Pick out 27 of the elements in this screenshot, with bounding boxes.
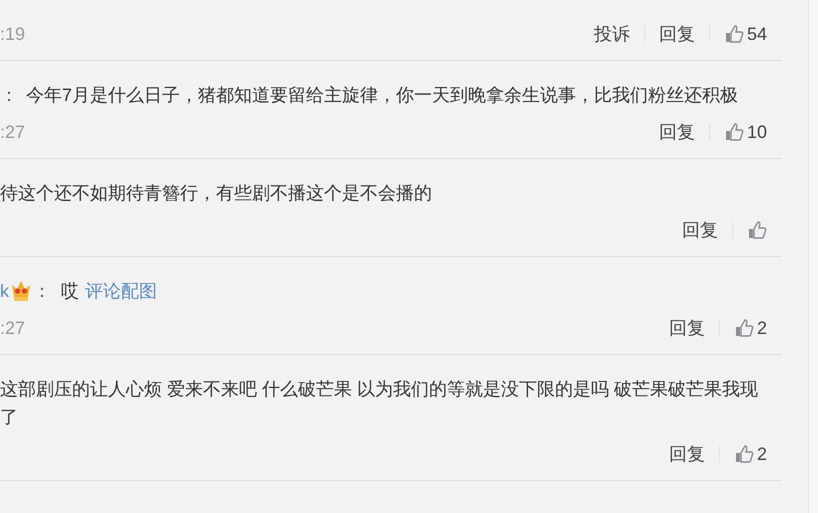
like-button[interactable]: 10 (724, 118, 767, 146)
comment-time: :27 (0, 120, 26, 144)
report-button[interactable]: 投诉 (594, 20, 630, 48)
reply-button[interactable]: 回复 (658, 118, 695, 146)
thumbs-up-icon (724, 24, 744, 44)
reply-button[interactable]: 回复 (668, 440, 705, 468)
comment-text: 这部剧压的让人心烦 爱来不来吧 什么破芒果 以为我们的等就是没下限的是吗 破芒果破芒果我现 (0, 378, 758, 401)
thumbs-up-icon (734, 444, 754, 464)
comment-time: :27 (0, 316, 26, 340)
comment-text: 了 (0, 406, 18, 429)
crown-icon (10, 279, 32, 303)
thumbs-up-icon (724, 122, 744, 142)
comment-text: 今年7月是什么日子，猪都知道要留给主旋律，你一天到晚拿余生说事，比我们粉丝还积极 (26, 84, 738, 107)
reply-button[interactable]: 回复 (682, 216, 718, 244)
reply-button[interactable]: 回复 (658, 20, 695, 48)
comment-text: 哎 (61, 280, 79, 303)
thumbs-up-icon (747, 220, 767, 240)
like-button[interactable]: 2 (734, 440, 767, 468)
thumbs-up-icon (734, 318, 754, 338)
comment-time: :19 (0, 22, 26, 46)
colon: ： (0, 84, 18, 107)
like-button[interactable] (747, 220, 767, 240)
like-button[interactable]: 2 (734, 314, 767, 342)
colon: ： (33, 280, 51, 303)
comment-text: 待这个还不如期待青簪行，有些剧不播这个是不会播的 (0, 182, 432, 205)
reply-button[interactable]: 回复 (668, 314, 705, 342)
like-button[interactable]: 54 (724, 20, 767, 48)
